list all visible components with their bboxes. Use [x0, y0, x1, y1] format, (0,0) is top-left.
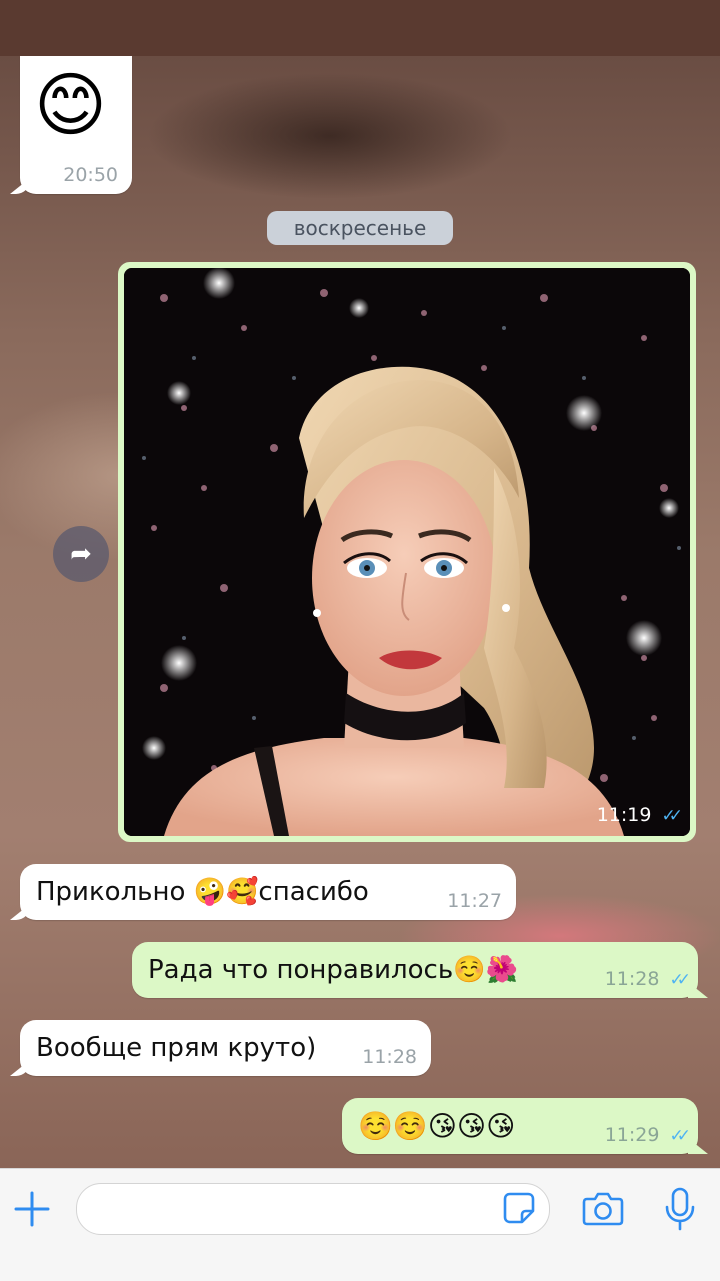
- message-text: Рада что понравилось☺️🌺: [148, 955, 518, 985]
- message-time: 20:50: [63, 164, 118, 186]
- message-incoming-emoji[interactable]: 😊 20:50: [20, 56, 132, 194]
- double-check-icon: ✓✓: [669, 1126, 691, 1146]
- camera-button[interactable]: [582, 1189, 624, 1227]
- forward-button[interactable]: ➦: [53, 526, 109, 582]
- message-time: 11:27: [447, 890, 502, 912]
- message-composer: [0, 1168, 720, 1281]
- double-check-icon: ✓✓: [669, 970, 691, 990]
- message-time: 11:29: [604, 1124, 660, 1146]
- portrait-illustration: [124, 268, 690, 836]
- date-separator: воскресенье: [267, 211, 453, 245]
- sticker-button[interactable]: [502, 1191, 536, 1225]
- sticker-icon: [503, 1192, 535, 1224]
- message-text: Прикольно 🤪🥰спасибо: [36, 877, 369, 907]
- share-arrow-icon: ➦: [70, 539, 92, 569]
- message-text: Вообще прям круто): [36, 1033, 317, 1063]
- message-outgoing[interactable]: ☺️☺️😘😘😘 11:29 ✓✓: [342, 1098, 698, 1154]
- message-input[interactable]: [76, 1183, 550, 1235]
- message-time: 11:28: [604, 968, 660, 990]
- add-attachment-button[interactable]: [12, 1189, 52, 1229]
- status-bar-area: [0, 0, 720, 56]
- double-check-icon: ✓✓: [661, 806, 683, 826]
- microphone-button[interactable]: [662, 1187, 698, 1231]
- message-outgoing[interactable]: Рада что понравилось☺️🌺 11:28 ✓✓: [132, 942, 698, 998]
- camera-icon: [582, 1192, 624, 1226]
- emoji-smile: 😊: [34, 64, 107, 146]
- message-time-status: 11:29 ✓✓: [604, 1124, 691, 1146]
- message-text: ☺️☺️😘😘😘: [358, 1109, 516, 1143]
- message-time: 11:19: [596, 804, 652, 826]
- message-incoming[interactable]: Вообще прям круто) 11:28: [20, 1020, 431, 1076]
- message-time: 11:28: [362, 1046, 417, 1068]
- plus-icon: [14, 1191, 50, 1227]
- photo-image[interactable]: 11:19 ✓✓: [124, 268, 690, 836]
- message-incoming[interactable]: Прикольно 🤪🥰спасибо 11:27: [20, 864, 516, 920]
- message-outgoing-photo[interactable]: 11:19 ✓✓: [118, 262, 696, 842]
- message-time-status: 11:28 ✓✓: [604, 968, 691, 990]
- photo-time: 11:19 ✓✓: [596, 804, 683, 826]
- microphone-icon: [665, 1187, 695, 1231]
